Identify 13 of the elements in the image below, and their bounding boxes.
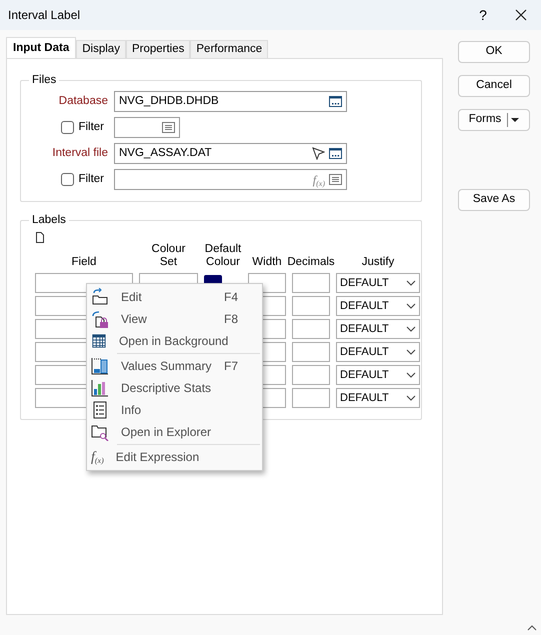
column-header: Justify bbox=[362, 256, 394, 270]
column-header: Width bbox=[252, 256, 282, 270]
field-label: Database bbox=[58, 94, 109, 109]
checkbox-label: Filter bbox=[78, 172, 104, 187]
column-header: Colour Set bbox=[150, 243, 186, 270]
expression-icon: f$_{(x)}$ bbox=[312, 170, 325, 188]
checkbox-label: Filter bbox=[78, 120, 104, 135]
column-header: Decimals bbox=[287, 256, 335, 270]
column-header: Field bbox=[72, 256, 96, 270]
field-label: Interval file bbox=[51, 146, 109, 161]
window-title: Interval Label bbox=[8, 7, 82, 24]
column-header: Default Colour bbox=[204, 243, 242, 270]
function-icon: f$_{(x)}$ bbox=[91, 446, 104, 468]
